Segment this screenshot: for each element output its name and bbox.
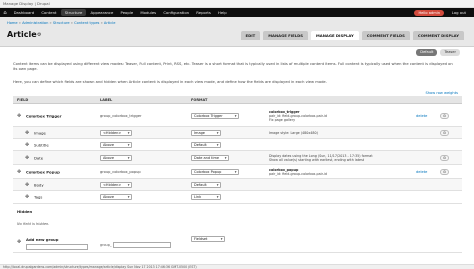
drag-handle-icon[interactable]: ✥ [25,130,29,136]
label-select[interactable]: Above [100,194,132,200]
view-mode-tabs: Default Teaser [416,49,460,56]
table-row: ✥ Colorbox Popup group_colorbox_popup Co… [13,165,462,179]
toolbar-structure[interactable]: Structure [61,9,86,16]
breadcrumb-home[interactable]: Home [7,21,18,25]
user-menu[interactable]: Hello admin [414,9,444,16]
tab-comment-fields[interactable]: COMMENT FIELDS [361,31,410,40]
toolbar-content[interactable]: Content [38,8,60,17]
toolbar-configuration[interactable]: Configuration [160,8,193,17]
table-row: ✥ Subtitle Above Default [13,139,462,151]
summary-line: pair_id: field-group-colorbox-pair-id [269,171,327,176]
format-select[interactable]: Colorbox Trigger [191,112,239,119]
table-row: ✥ Image <Hidden> Image Image style: Larg… [13,127,462,139]
window-title: Manage Display | Drupal [0,0,474,8]
settings-gear-icon[interactable]: ⚙ [440,168,449,175]
field-name: Subtitle [34,142,49,147]
format-summary: Image style: Large (480x480) [269,131,389,135]
drag-handle-icon[interactable]: ✥ [25,182,29,188]
page-header: Home » Administration » Structure » Cont… [0,17,474,47]
tab-comment-display[interactable]: COMMENT DISPLAY [412,31,464,40]
format-summary: colorbox_popup pair_id: field-group-colo… [269,168,389,176]
settings-gear-icon[interactable]: ⚙ [440,154,449,161]
page-title: Article [7,30,37,39]
table-header: FIELD LABEL FORMAT [13,96,462,104]
status-bar: http://local.drupalgardens.com/admin/str… [0,264,474,269]
label-select[interactable]: Above [100,141,132,148]
admin-toolbar: ⌂ Dashboard Content Structure Appearance… [0,8,474,17]
group-machine-name: group_colorbox_popup [100,169,141,174]
header-field: FIELD [17,98,29,102]
drag-handle-icon[interactable]: ✥ [25,194,29,200]
intro-paragraph-2: Here, you can define which fields are sh… [13,80,327,84]
group-machine-name: group_colorbox_trigger [100,113,142,118]
tab-edit[interactable]: EDIT [240,31,261,40]
field-name: Colorbox Trigger [26,113,62,118]
new-group-label-input[interactable] [26,244,88,250]
breadcrumb-article[interactable]: Article [104,21,116,25]
summary-line: Image style: Large (480x480) [269,130,318,135]
breadcrumb: Home » Administration » Structure » Cont… [7,21,116,25]
format-select[interactable]: Image [191,129,221,136]
subtab-default[interactable]: Default [416,49,438,56]
toolbar-reports[interactable]: Reports [193,8,215,17]
drag-handle-icon[interactable]: ✥ [17,169,21,175]
delete-link[interactable]: delete [416,170,427,174]
region-hidden-empty: No field is hidden. [17,222,50,226]
toolbar-appearance[interactable]: Appearance [87,8,117,17]
label-select[interactable]: Above [100,154,132,161]
drag-handle-icon[interactable]: ✥ [17,113,21,119]
field-name: Body [34,182,44,187]
intro-paragraph-1: Content items can be displayed using dif… [13,62,453,71]
format-select[interactable]: Link [191,194,221,200]
format-summary: colorbox_trigger pair_id: field-group-co… [269,110,389,122]
toolbar-help[interactable]: Help [214,8,230,17]
drag-handle-icon[interactable]: ✥ [17,239,21,245]
breadcrumb-content-types[interactable]: Content types [74,21,99,25]
toolbar-dashboard[interactable]: Dashboard [10,8,38,17]
format-summary: Display dates using the Long (Sun, 11/17… [269,154,399,162]
drag-handle-icon[interactable]: ✥ [25,155,29,161]
field-name: Colorbox Popup [26,169,60,174]
table-row: ✥ Body <Hidden> Default [13,179,462,191]
field-name: Date [34,155,44,160]
add-new-group-label: Add new group [26,237,59,242]
add-new-group-row: ✥ Add new group group_ Fieldset [13,231,462,253]
toolbar-people[interactable]: People [117,8,137,17]
settings-gear-icon[interactable]: ⚙ [440,129,449,136]
format-select[interactable]: Date and time [191,154,229,161]
show-row-weights-link[interactable]: Show row weights [425,91,458,95]
new-group-format-select[interactable]: Fieldset [191,236,225,242]
toolbar-modules[interactable]: Modules [137,8,160,17]
format-select[interactable]: Default [191,141,221,148]
tab-manage-fields[interactable]: MANAGE FIELDS [263,31,309,40]
summary-line: Fix page gallery [269,117,296,122]
region-hidden-title: Hidden [17,209,33,214]
delete-link[interactable]: delete [416,114,427,118]
table-row: ✥ Date Above Date and time Display dates… [13,151,462,165]
home-icon[interactable]: ⌂ [0,8,10,17]
format-select[interactable]: Default [191,181,221,188]
settings-gear-icon[interactable]: ⚙ [440,112,449,119]
breadcrumb-administration[interactable]: Administration [22,21,48,25]
primary-tabs: EDIT MANAGE FIELDS MANAGE DISPLAY COMMEN… [240,31,464,40]
summary-line: Show all value(s) starting with earliest… [269,157,365,162]
table-row: ✥ Colorbox Trigger group_colorbox_trigge… [13,105,462,127]
format-select[interactable]: Colorbox Popup [191,168,239,175]
label-select[interactable]: <Hidden> [100,129,132,136]
logout-link[interactable]: Log out [452,8,466,17]
drag-handle-icon[interactable]: ✥ [25,142,29,148]
header-format: FORMAT [191,98,208,102]
tab-manage-display[interactable]: MANAGE DISPLAY [311,31,359,40]
gear-icon[interactable]: ⚙ [37,32,41,38]
header-label: LABEL [100,98,113,102]
group-name-prefix: group_ [100,243,112,247]
new-group-name-input[interactable] [113,242,171,248]
field-name: Tags [34,194,43,200]
label-select[interactable]: <Hidden> [100,181,132,188]
breadcrumb-structure[interactable]: Structure [53,21,70,25]
field-name: Image [34,130,46,135]
subtab-teaser[interactable]: Teaser [440,49,460,56]
table-row: ✥ Tags Above Link [13,191,462,204]
